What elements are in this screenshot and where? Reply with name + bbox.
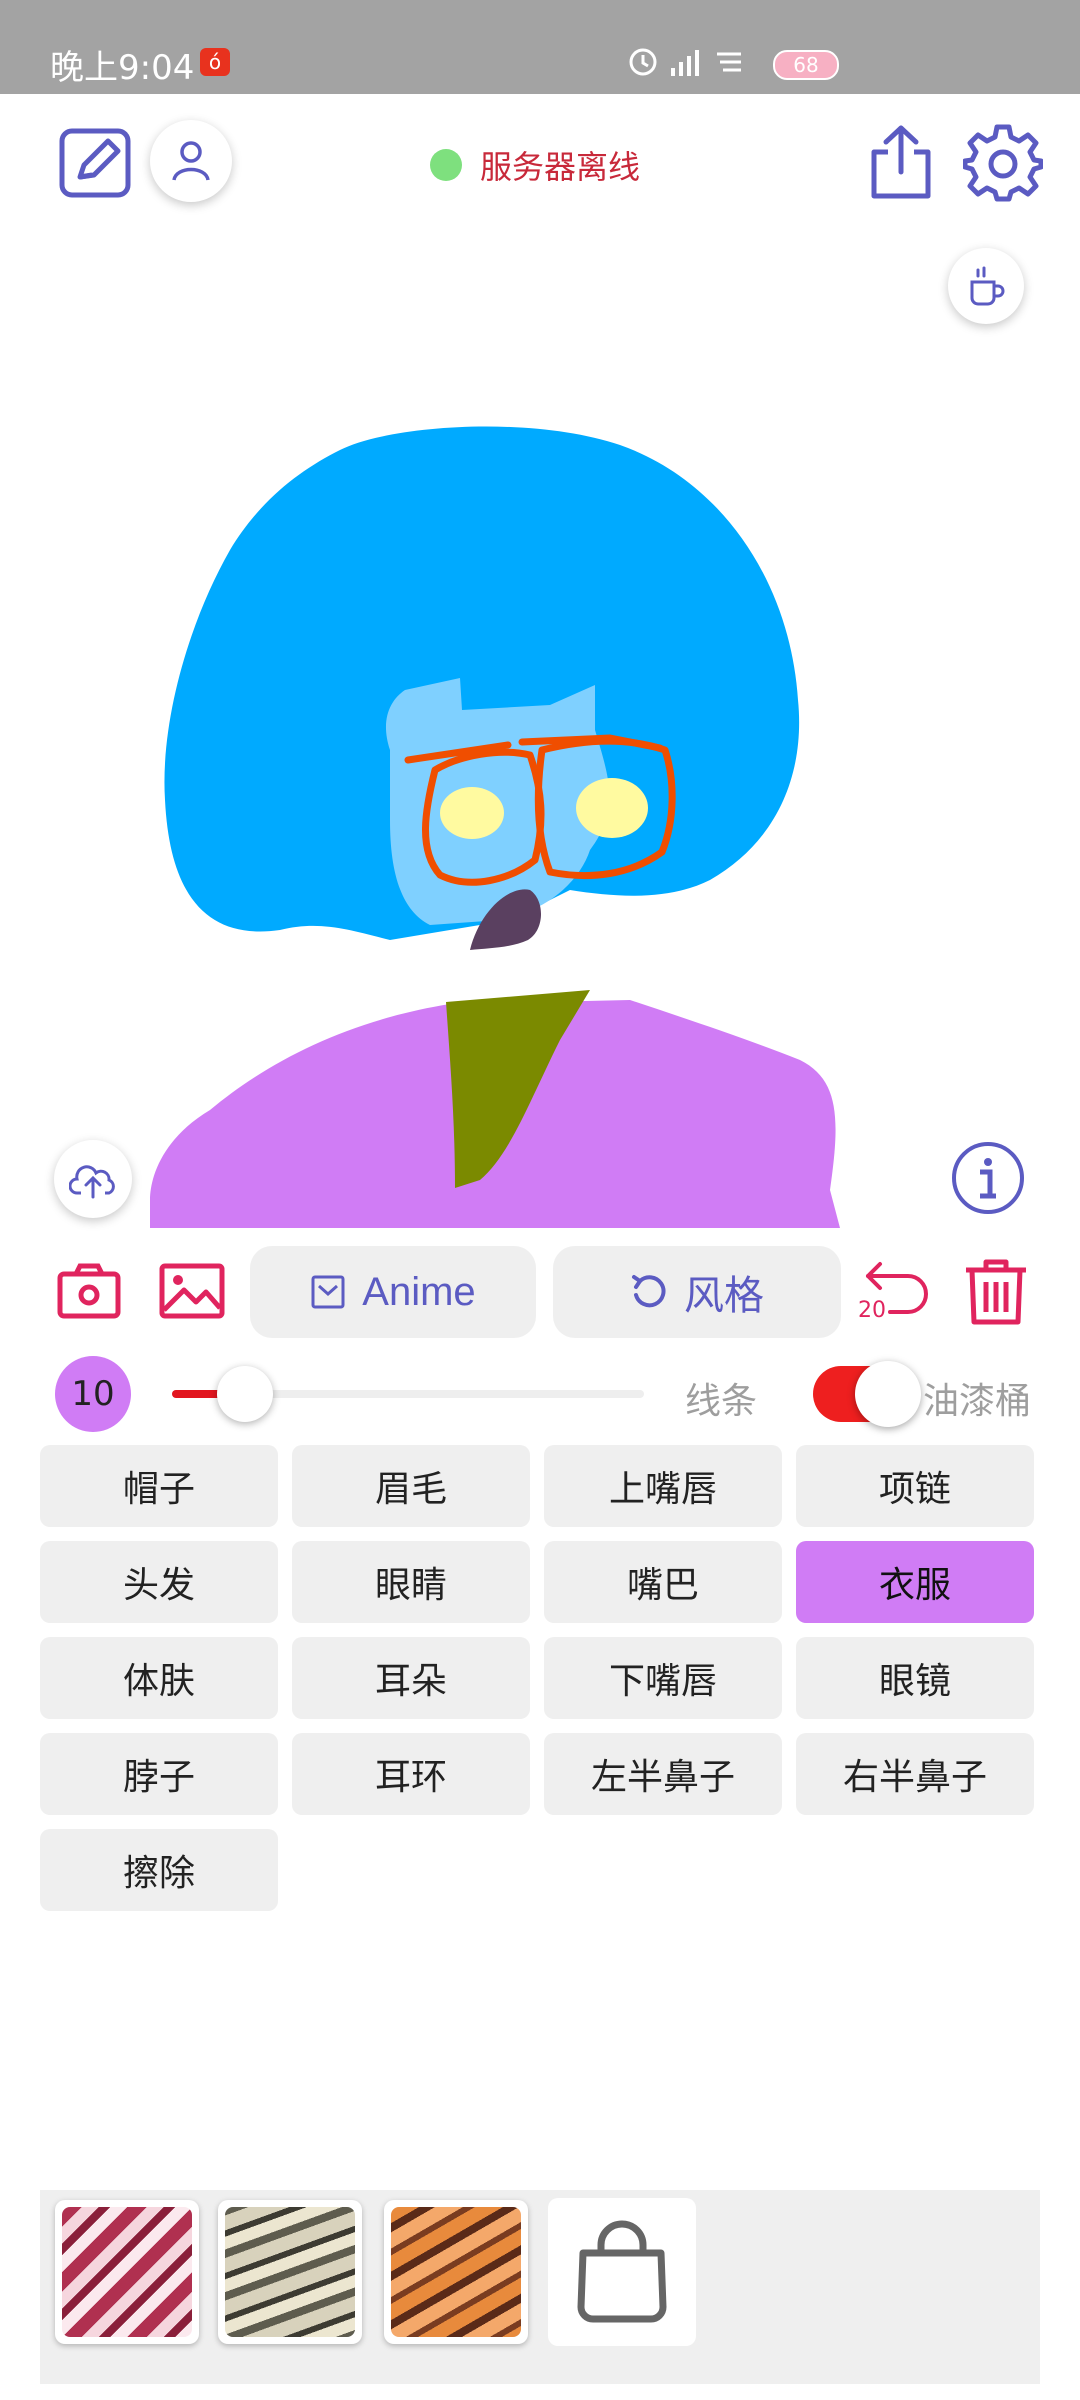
status-icons xyxy=(625,40,795,87)
wifi-icon xyxy=(717,52,741,72)
delete-button[interactable] xyxy=(962,1256,1030,1328)
undo-button[interactable]: 20 xyxy=(858,1256,934,1328)
edit-icon xyxy=(59,128,131,198)
paint-bucket-label: 油漆桶 xyxy=(923,1381,1032,1422)
part-button-ears[interactable]: 耳朵 xyxy=(292,1637,530,1719)
tiger-stripe-swatch xyxy=(391,2207,521,2337)
app-notification-icon: ó xyxy=(200,48,230,76)
part-button-glasses[interactable]: 眼镜 xyxy=(796,1637,1034,1719)
part-selector-grid: 帽子 眉毛 上嘴唇 项链 头发 眼睛 嘴巴 衣服 体肤 耳朵 下嘴唇 眼镜 脖子… xyxy=(40,1445,1040,1911)
server-status: 服务器离线 xyxy=(430,142,640,188)
gallery-button[interactable] xyxy=(158,1262,226,1320)
signal-icon xyxy=(671,50,699,76)
gear-icon xyxy=(962,124,1044,202)
drawing-canvas[interactable] xyxy=(150,420,940,1240)
camera-icon xyxy=(57,1263,121,1319)
image-icon xyxy=(159,1263,225,1319)
info-button[interactable] xyxy=(950,1140,1026,1216)
anime-button[interactable]: Anime xyxy=(250,1246,536,1338)
part-button-earrings[interactable]: 耳环 xyxy=(292,1733,530,1815)
part-button-right-nose[interactable]: 右半鼻子 xyxy=(796,1733,1034,1815)
style-button[interactable]: 风格 xyxy=(553,1246,841,1338)
server-status-text: 服务器离线 xyxy=(480,148,641,186)
part-button-erase[interactable]: 擦除 xyxy=(40,1829,278,1911)
part-button-eyes[interactable]: 眼睛 xyxy=(292,1541,530,1623)
coffee-icon xyxy=(970,266,1005,306)
server-status-dot xyxy=(430,149,462,181)
camera-button[interactable] xyxy=(56,1262,122,1320)
part-button-clothes[interactable]: 衣服 xyxy=(796,1541,1034,1623)
style-thumbnail-gray[interactable] xyxy=(218,2200,362,2344)
pink-marble-swatch xyxy=(62,2207,192,2337)
settings-button[interactable] xyxy=(962,124,1044,204)
part-button-skin[interactable]: 体肤 xyxy=(40,1637,278,1719)
part-button-neck[interactable]: 脖子 xyxy=(40,1733,278,1815)
part-button-lower-lip[interactable]: 下嘴唇 xyxy=(544,1637,782,1719)
anime-button-label: Anime xyxy=(362,1269,476,1314)
frame-icon xyxy=(311,1275,345,1309)
upload-button[interactable] xyxy=(54,1140,132,1218)
alarm-icon xyxy=(629,48,657,76)
profile-button[interactable] xyxy=(150,120,232,202)
cloud-upload-icon xyxy=(69,1165,115,1199)
trash-icon xyxy=(966,1259,1026,1325)
coffee-button[interactable] xyxy=(948,248,1024,324)
refresh-icon xyxy=(632,1275,666,1308)
brush-size-badge: 10 xyxy=(55,1356,131,1432)
part-button-left-nose[interactable]: 左半鼻子 xyxy=(544,1733,782,1815)
style-button-label: 风格 xyxy=(684,1274,764,1318)
edit-canvas-button[interactable] xyxy=(58,125,134,201)
lines-label: 线条 xyxy=(685,1381,758,1422)
style-thumbnail-tiger[interactable] xyxy=(384,2200,528,2344)
gray-marble-swatch xyxy=(225,2207,355,2337)
part-button-mouth[interactable]: 嘴巴 xyxy=(544,1541,782,1623)
part-button-eyebrows[interactable]: 眉毛 xyxy=(292,1445,530,1527)
status-time: 晚上9:04 xyxy=(50,48,195,88)
part-button-upper-lip[interactable]: 上嘴唇 xyxy=(544,1445,782,1527)
part-button-hair[interactable]: 头发 xyxy=(40,1541,278,1623)
right-eye-shape xyxy=(576,778,648,838)
info-icon xyxy=(952,1142,1024,1214)
left-eye-shape xyxy=(440,787,504,839)
style-shop-button[interactable] xyxy=(548,2198,696,2346)
brush-size-slider-thumb[interactable] xyxy=(217,1366,273,1422)
undo-count: 20 xyxy=(858,1298,886,1323)
share-button[interactable] xyxy=(866,122,936,202)
part-button-hat[interactable]: 帽子 xyxy=(40,1445,278,1527)
user-icon xyxy=(172,141,210,181)
shopping-bag-icon xyxy=(577,2220,667,2323)
battery-indicator: 68 xyxy=(773,50,839,80)
paint-bucket-toggle-thumb[interactable] xyxy=(855,1361,921,1427)
share-icon xyxy=(871,125,931,199)
part-button-necklace[interactable]: 项链 xyxy=(796,1445,1034,1527)
style-thumbnail-pink[interactable] xyxy=(55,2200,199,2344)
